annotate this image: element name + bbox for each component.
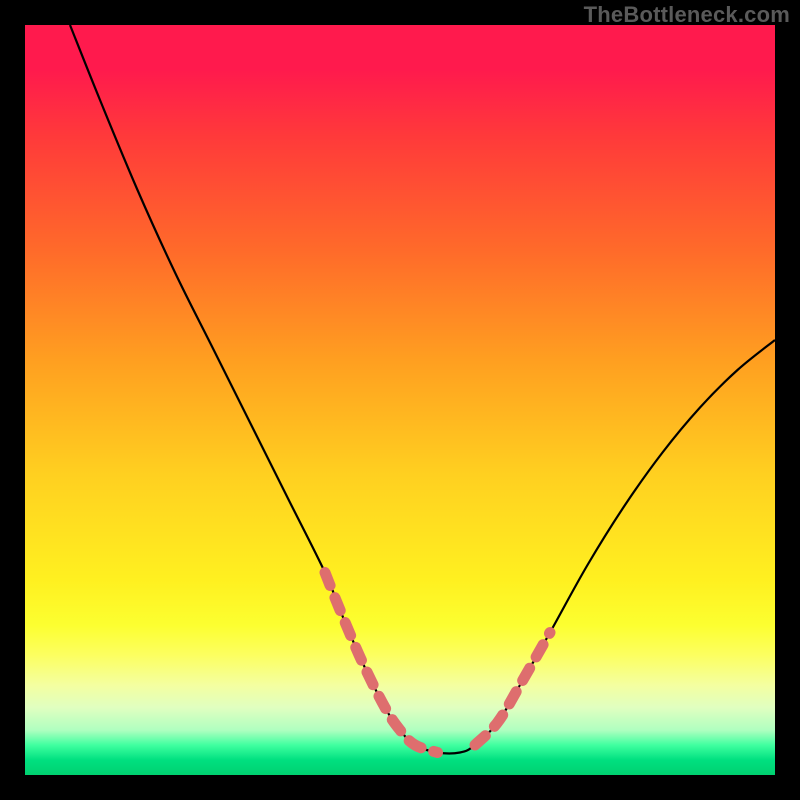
- chart-frame: TheBottleneck.com: [0, 0, 800, 800]
- bottleneck-curve-path: [70, 25, 775, 754]
- highlight-left-path: [325, 573, 438, 753]
- plot-area: [25, 25, 775, 775]
- curve-layer: [25, 25, 775, 775]
- highlight-right-path: [475, 633, 550, 746]
